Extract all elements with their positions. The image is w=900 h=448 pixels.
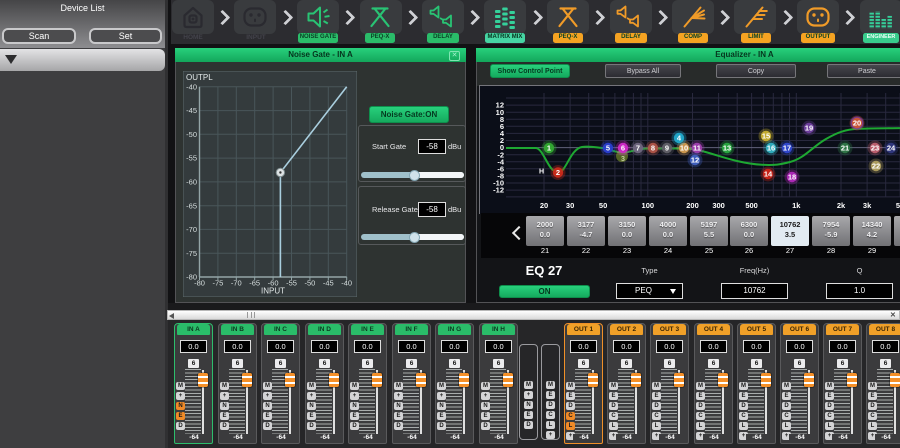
svg-text:2k: 2k	[837, 201, 846, 210]
svg-text:300: 300	[712, 201, 725, 210]
svg-text:12: 12	[691, 156, 699, 165]
svg-text:19: 19	[805, 124, 813, 133]
svg-text:200: 200	[686, 201, 699, 210]
svg-text:1k: 1k	[792, 201, 801, 210]
svg-text:6: 6	[621, 144, 625, 153]
svg-text:16: 16	[767, 144, 775, 153]
svg-text:5k: 5k	[896, 201, 900, 210]
svg-text:8: 8	[651, 144, 655, 153]
svg-text:-70: -70	[231, 279, 242, 288]
svg-text:2: 2	[556, 168, 560, 177]
svg-text:-65: -65	[186, 201, 197, 210]
svg-text:-40: -40	[186, 82, 197, 91]
svg-text:14: 14	[764, 170, 773, 179]
svg-text:-65: -65	[249, 279, 260, 288]
svg-text:13: 13	[723, 144, 731, 153]
svg-text:7: 7	[636, 144, 640, 153]
svg-text:-45: -45	[323, 279, 334, 288]
svg-text:23: 23	[871, 144, 879, 153]
svg-text:-75: -75	[212, 279, 223, 288]
svg-text:20: 20	[853, 119, 861, 128]
svg-text:21: 21	[841, 144, 849, 153]
svg-text:-70: -70	[186, 225, 197, 234]
svg-text:20: 20	[540, 201, 548, 210]
svg-text:30: 30	[566, 201, 574, 210]
svg-text:-40: -40	[341, 279, 352, 288]
svg-text:9: 9	[665, 144, 669, 153]
svg-text:-45: -45	[186, 106, 197, 115]
svg-text:5: 5	[606, 144, 610, 153]
svg-text:22: 22	[872, 162, 880, 171]
svg-text:3: 3	[621, 156, 625, 163]
svg-text:-80: -80	[194, 279, 205, 288]
svg-text:11: 11	[693, 144, 701, 153]
svg-text:18: 18	[788, 173, 796, 182]
svg-text:50: 50	[599, 201, 607, 210]
svg-text:17: 17	[783, 144, 791, 153]
svg-text:-55: -55	[286, 279, 297, 288]
svg-text:100: 100	[642, 201, 655, 210]
svg-text:-55: -55	[186, 154, 197, 163]
svg-text:15: 15	[762, 132, 770, 141]
svg-text:OUTPL: OUTPL	[186, 73, 213, 82]
svg-text:24: 24	[887, 144, 896, 153]
svg-text:INPUT: INPUT	[261, 287, 285, 296]
svg-text:3k: 3k	[863, 201, 872, 210]
svg-text:H: H	[539, 169, 544, 176]
svg-text:-12: -12	[493, 186, 504, 195]
svg-text:1: 1	[547, 144, 551, 153]
svg-text:-50: -50	[304, 279, 315, 288]
svg-text:-60: -60	[186, 178, 197, 187]
svg-text:-75: -75	[186, 249, 197, 258]
svg-text:500: 500	[745, 201, 758, 210]
svg-text:-50: -50	[186, 130, 197, 139]
